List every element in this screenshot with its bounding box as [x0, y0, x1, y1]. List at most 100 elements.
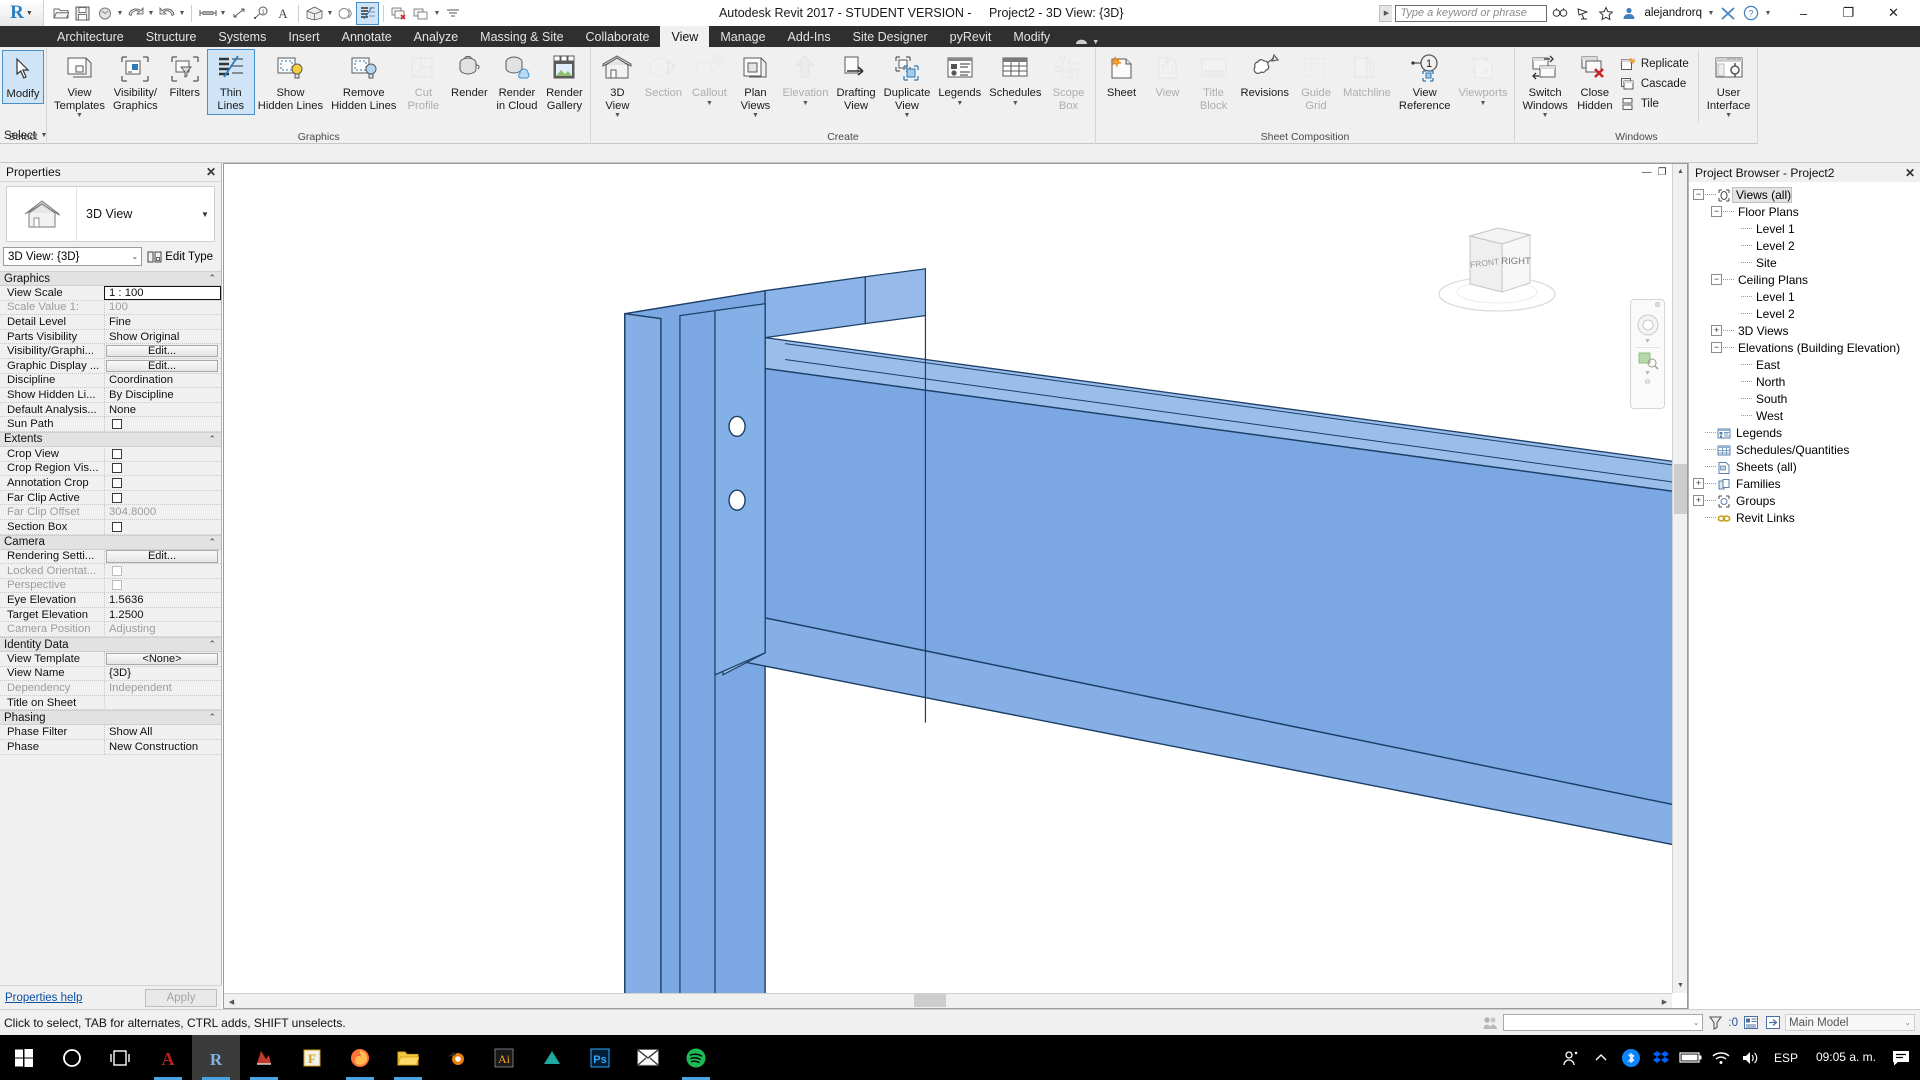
properties-checkbox[interactable] — [112, 419, 122, 430]
workset-selector[interactable]: Main Model ⌄ — [1785, 1014, 1915, 1031]
application-menu-button[interactable]: R ▼ — [0, 0, 44, 26]
ribbon-tab-annotate[interactable]: Annotate — [331, 26, 403, 47]
3d-view-canvas[interactable]: — ❐ ✕ — [224, 164, 1687, 1008]
properties-checkbox[interactable] — [112, 463, 122, 474]
properties-edit-button[interactable]: Edit... — [106, 344, 218, 358]
volume-icon[interactable] — [1736, 1035, 1766, 1080]
ribbon-tab-analyze[interactable]: Analyze — [403, 26, 469, 47]
properties-group-identity-data[interactable]: Identity Data ⌃ — [0, 637, 221, 653]
ribbon-button-user-interface[interactable]: User Interface ▼ — [1703, 50, 1755, 120]
filter-icon[interactable] — [1706, 1013, 1725, 1032]
default-3d-view-icon[interactable] — [304, 3, 325, 24]
ribbon-button-dropdown-icon[interactable]: ▼ — [1725, 112, 1732, 119]
ribbon-button-drafting-view[interactable]: Drafting View — [832, 50, 879, 114]
cortana-search[interactable] — [48, 1035, 96, 1080]
browser-node-views-all[interactable]: − Views (all) — [1693, 186, 1920, 203]
tree-expander-plus-icon[interactable]: + — [1693, 495, 1704, 506]
ribbon-button-dropdown-icon[interactable]: ▼ — [1012, 100, 1019, 107]
properties-parameter-value[interactable]: 1.5636 — [104, 592, 221, 608]
navbar-collapse-icon[interactable]: ⊖ — [1631, 377, 1664, 386]
switch-windows-dropdown-icon[interactable]: ▼ — [433, 10, 441, 17]
close-hidden-windows-icon[interactable] — [389, 3, 410, 24]
ribbon-button-show-hidden-lines[interactable]: Show Hidden Lines — [254, 50, 327, 114]
project-browser-close-icon[interactable]: ✕ — [1905, 166, 1915, 180]
properties-help-link[interactable]: Properties help — [5, 992, 82, 1004]
browser-node-families[interactable]: + Families — [1693, 475, 1920, 492]
people-icon[interactable] — [1556, 1035, 1586, 1080]
dropbox-icon[interactable] — [1646, 1035, 1676, 1080]
properties-parameter-value[interactable]: 1.2500 — [104, 607, 221, 622]
file-explorer-taskbar-item[interactable] — [384, 1035, 432, 1080]
undo-dropdown-icon[interactable]: ▼ — [147, 10, 155, 17]
revit-taskbar-item[interactable]: R — [192, 1035, 240, 1080]
ribbon-button-replicate[interactable]: Replicate — [1618, 54, 1694, 74]
search-input[interactable]: Type a keyword or phrase — [1395, 4, 1548, 22]
autocad-taskbar-item[interactable]: A — [144, 1035, 192, 1080]
action-center-icon[interactable] — [1886, 1035, 1916, 1080]
design-option-chevron-icon[interactable]: ⌄ — [1693, 1018, 1700, 1027]
sync-dropdown-icon[interactable]: ▼ — [116, 10, 124, 17]
browser-node-level-2[interactable]: Level 2 — [1693, 237, 1920, 254]
scroll-down-arrow[interactable]: ▼ — [1673, 978, 1687, 993]
ribbon-tab-collaborate[interactable]: Collaborate — [575, 26, 661, 47]
firefox-taskbar-item[interactable] — [336, 1035, 384, 1080]
ribbon-button-thin-lines[interactable]: Thin Lines — [206, 49, 255, 115]
browser-node-level-1[interactable]: Level 1 — [1693, 220, 1920, 237]
ribbon-button-switch-windows[interactable]: Switch Windows ▼ — [1518, 50, 1571, 120]
steering-wheels-button[interactable] — [1631, 312, 1664, 338]
properties-group-camera[interactable]: Camera ⌃ — [0, 534, 221, 550]
ribbon-button-plan-views[interactable]: Plan Views ▼ — [732, 50, 778, 120]
redo-icon[interactable] — [156, 3, 177, 24]
properties-group-collapse-icon[interactable]: ⌃ — [208, 537, 216, 548]
browser-node-north[interactable]: North — [1693, 373, 1920, 390]
help-icon[interactable]: ? — [1741, 3, 1761, 23]
ribbon-button-remove-hidden-lines[interactable]: Remove Hidden Lines — [327, 50, 400, 114]
browser-node-floor-plans[interactable]: − Floor Plans — [1693, 203, 1920, 220]
aligned-dimension-icon[interactable] — [228, 3, 249, 24]
ribbon-button-tile[interactable]: Tile — [1618, 94, 1694, 114]
properties-instance-chevron-icon[interactable]: ⌄ — [132, 252, 139, 261]
mail-taskbar-item[interactable] — [624, 1035, 672, 1080]
tray-expand-chevron-icon[interactable] — [1586, 1035, 1616, 1080]
3d-view-dropdown-icon[interactable]: ▼ — [326, 10, 334, 17]
thin-lines-icon[interactable] — [356, 1, 379, 25]
customize-qat-icon[interactable] — [442, 3, 463, 24]
design-option-selector[interactable]: ⌄ — [1503, 1014, 1704, 1031]
ribbon-button-revisions[interactable]: Revisions — [1237, 50, 1294, 102]
ribbon-button-legends[interactable]: Legends ▼ — [934, 50, 985, 108]
properties-parameter-value[interactable]: By Discipline — [104, 387, 221, 403]
ribbon-tab-manage[interactable]: Manage — [709, 26, 776, 47]
properties-parameter-value[interactable]: 1 : 100 — [104, 285, 221, 301]
properties-parameter-value[interactable]: Coordination — [104, 373, 221, 388]
ribbon-button-visibility-graphics[interactable]: Visibility/ Graphics — [109, 50, 162, 114]
save-icon[interactable] — [72, 3, 93, 24]
properties-checkbox[interactable] — [112, 521, 122, 532]
properties-close-icon[interactable]: ✕ — [206, 165, 216, 179]
browser-node-revit-links[interactable]: Revit Links — [1693, 509, 1920, 526]
drawing-area[interactable]: — ❐ ✕ — [223, 163, 1688, 1009]
taskbar-clock[interactable]: 09:05 a. m. — [1806, 1050, 1886, 1065]
bluetooth-icon[interactable] — [1616, 1035, 1646, 1080]
ribbon-button-dropdown-icon[interactable]: ▼ — [904, 112, 911, 119]
browser-node-level-2[interactable]: Level 2 — [1693, 305, 1920, 322]
properties-parameter-value[interactable] — [104, 695, 221, 710]
ribbon-button-duplicate-view[interactable]: Duplicate View ▼ — [880, 50, 935, 120]
navbar-close-icon[interactable]: ⊗ — [1631, 300, 1664, 312]
restore-button[interactable]: ❐ — [1826, 0, 1871, 26]
view-cube[interactable]: FRONT RIGHT — [1432, 214, 1562, 324]
ribbon-tab-insert[interactable]: Insert — [277, 26, 330, 47]
user-account-icon[interactable] — [1619, 3, 1639, 23]
properties-checkbox[interactable] — [112, 492, 122, 503]
zoom-tool-button[interactable] — [1631, 350, 1664, 370]
tree-expander-plus-icon[interactable]: + — [1693, 478, 1704, 489]
wifi-icon[interactable] — [1706, 1035, 1736, 1080]
browser-node-east[interactable]: East — [1693, 356, 1920, 373]
properties-parameter-value[interactable]: New Construction — [104, 739, 221, 755]
properties-checkbox[interactable] — [112, 477, 122, 488]
exchange-apps-icon[interactable] — [1718, 3, 1738, 23]
properties-group-phasing[interactable]: Phasing ⌃ — [0, 710, 221, 726]
ribbon-tab-massing-site[interactable]: Massing & Site — [469, 26, 574, 47]
ribbon-minimize-control[interactable]: ▼ — [1075, 38, 1099, 47]
properties-checkbox[interactable] — [112, 448, 122, 459]
tree-expander-minus-icon[interactable]: − — [1711, 342, 1722, 353]
